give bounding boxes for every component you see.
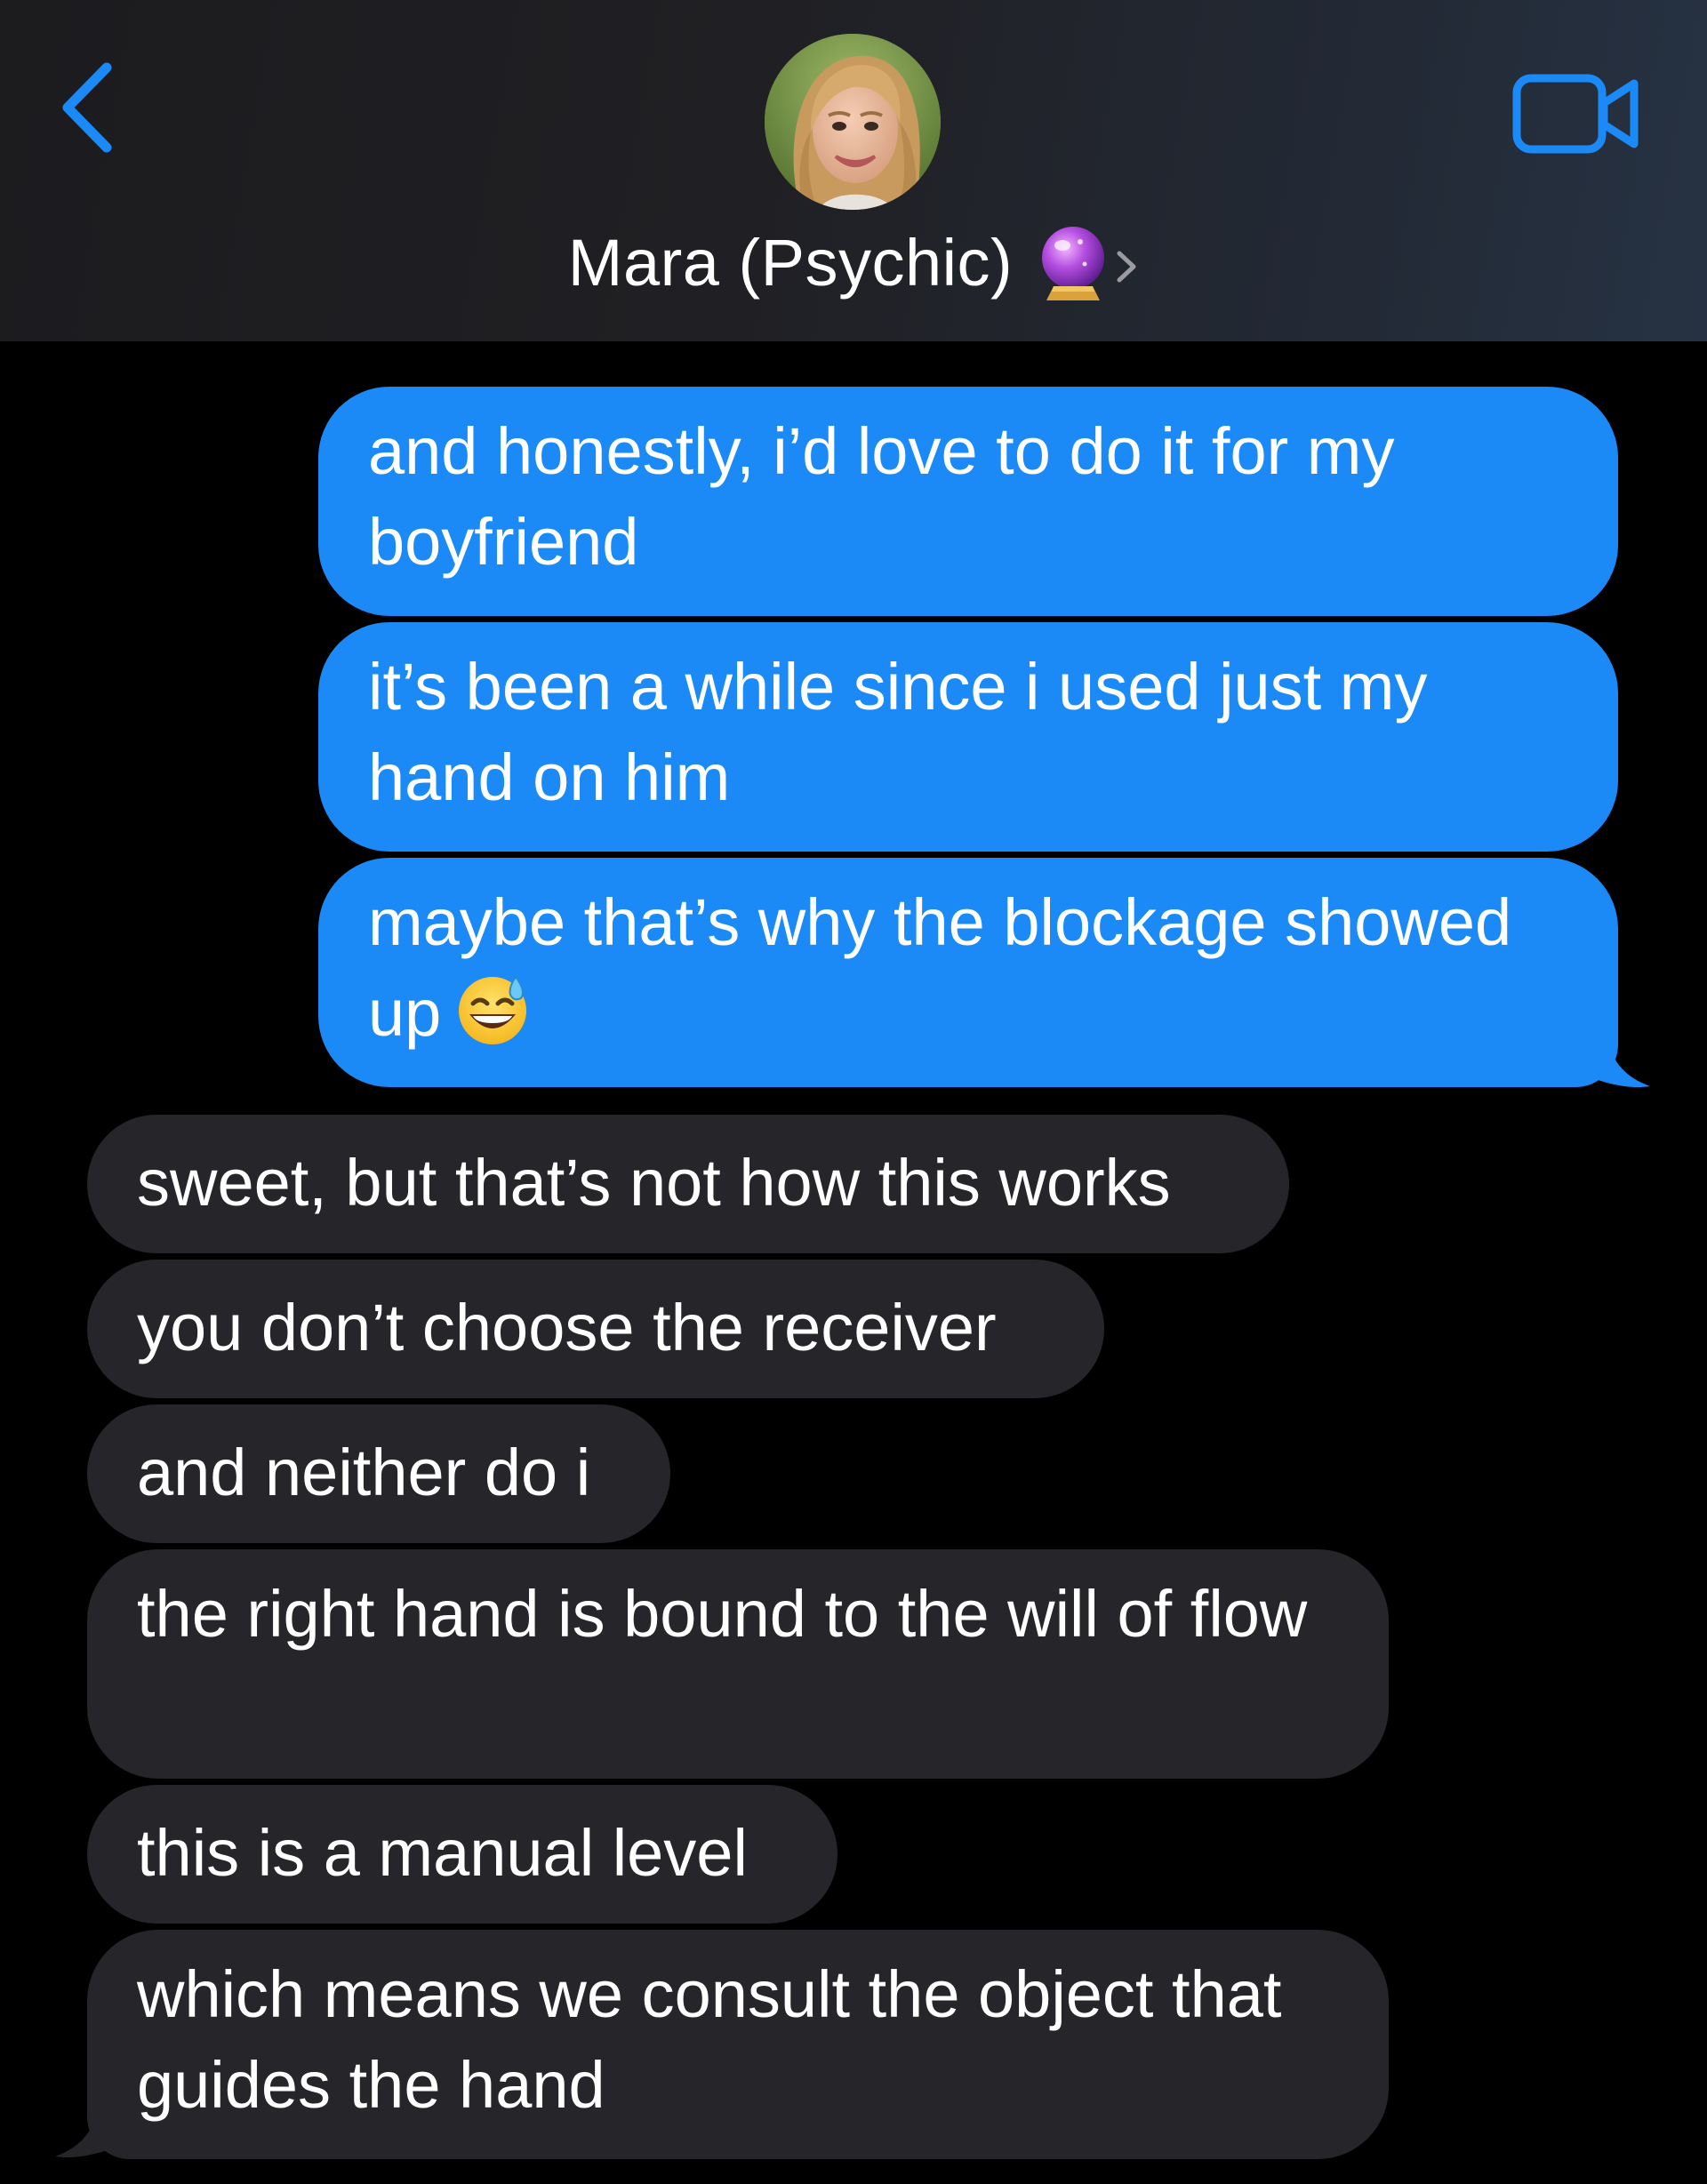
chevron-right-icon <box>1117 251 1136 283</box>
crystal-ball-icon <box>1042 227 1105 300</box>
received-bubble-tail <box>55 2114 132 2158</box>
sent-bubble-tail <box>1574 1044 1650 1088</box>
message-text: it’s been a while since i used just my h… <box>368 650 1447 814</box>
received-message-bubble[interactable]: you don’t choose the receiver <box>87 1260 1104 1398</box>
contact-name: Mara (Psychic) <box>567 225 1014 300</box>
contact-avatar[interactable] <box>765 34 941 210</box>
message-text: the right hand is bound to the will of f… <box>137 1577 1308 1651</box>
received-message-bubble[interactable]: the right hand is bound to the will of f… <box>87 1549 1389 1779</box>
sent-message-bubble[interactable]: and honestly, i’d love to do it for my b… <box>318 387 1618 616</box>
video-call-button[interactable] <box>1511 71 1641 156</box>
sent-message-bubble[interactable]: it’s been a while since i used just my h… <box>318 622 1618 852</box>
conversation-header: Mara (Psychic) <box>0 0 1707 341</box>
message-text: sweet, but that’s not how this works <box>137 1146 1171 1220</box>
contact-name-row[interactable]: Mara (Psychic) <box>0 213 1707 311</box>
message-text: maybe that’s why the blockage showed up <box>368 885 1530 1050</box>
message-text: and honestly, i’d love to do it for my b… <box>368 414 1414 579</box>
received-message-bubble[interactable]: and neither do i <box>87 1404 670 1543</box>
message-thread[interactable]: and honestly, i’d love to do it for my b… <box>0 341 1707 2184</box>
received-message-bubble[interactable]: this is a manual level <box>87 1785 837 1924</box>
message-text: this is a manual level <box>137 1816 748 1890</box>
chevron-left-icon <box>62 62 112 153</box>
message-text: which means we consult the object that g… <box>137 1957 1301 2122</box>
message-text: and neither do i <box>137 1436 591 1509</box>
back-button[interactable] <box>55 59 126 156</box>
received-message-bubble[interactable]: which means we consult the object that g… <box>87 1930 1389 2159</box>
sent-message-bubble[interactable]: maybe that’s why the blockage showed up <box>318 858 1618 1087</box>
received-message-bubble[interactable]: sweet, but that’s not how this works <box>87 1115 1289 1253</box>
message-text: you don’t choose the receiver <box>137 1291 997 1364</box>
grinning-face-with-sweat-icon <box>459 975 527 1044</box>
avatar-photo <box>765 34 941 210</box>
video-camera-icon <box>1512 74 1639 154</box>
